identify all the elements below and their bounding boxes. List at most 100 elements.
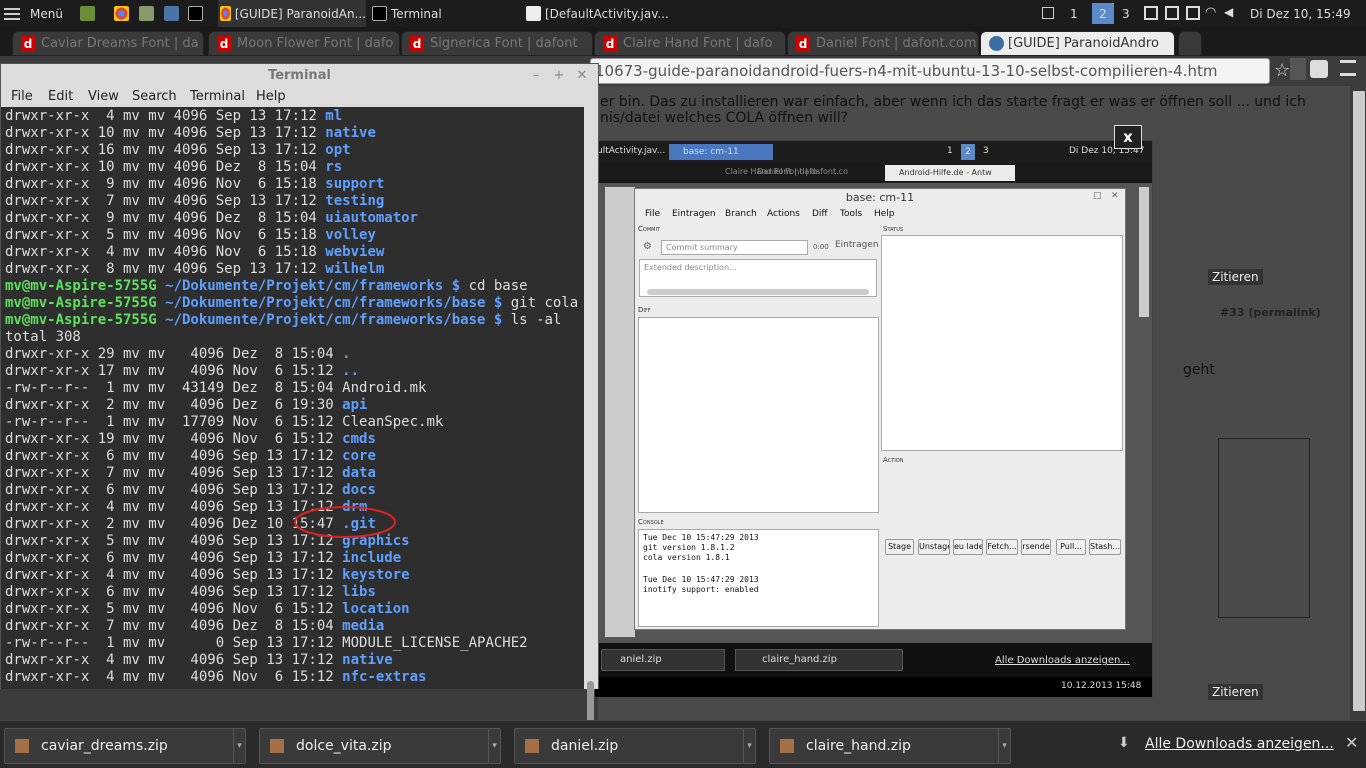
cola-menu-file[interactable]: File xyxy=(645,209,660,219)
file-name: keystore xyxy=(342,567,410,583)
cola-menu-branch[interactable]: Branch xyxy=(725,209,757,219)
post-permalink[interactable]: #33 (permalink) xyxy=(1220,306,1321,319)
settings-launcher-icon[interactable] xyxy=(164,6,179,21)
description-scrollbar[interactable] xyxy=(647,289,869,295)
maximize-icon[interactable] xyxy=(1042,7,1054,19)
url-bar[interactable]: 10673-guide-paranoidandroid-fuers-n4-mit… xyxy=(590,58,1270,84)
tab-caviar[interactable]: d Caviar Dreams Font | da xyxy=(12,31,204,56)
cola-menu-eintragen[interactable]: Eintragen xyxy=(672,209,716,219)
task-guide[interactable]: [GUIDE] ParanoidAn... xyxy=(218,0,366,27)
download-item[interactable]: caviar_dreams.zip ▾ xyxy=(4,728,246,764)
chevron-down-icon[interactable]: ▾ xyxy=(998,729,1010,763)
menu-file[interactable]: File xyxy=(11,89,33,104)
wifi-icon[interactable]: ◠ xyxy=(1205,5,1216,20)
terminal-output[interactable]: drwxr-xr-x 4 mv mv 4096 Sep 13 17:12 ml d… xyxy=(1,107,584,689)
terminal-line: drwxr-xr-x 5 mv mv 4096 Nov 6 15:12 loca… xyxy=(5,601,584,618)
file-name: CleanSpec.mk xyxy=(342,414,444,430)
menu-terminal[interactable]: Terminal xyxy=(190,89,245,104)
download-arrow-icon: ⬇ xyxy=(1118,735,1130,751)
cola-menubar: File Eintragen Branch Actions Diff Tools… xyxy=(635,207,1125,223)
document-icon xyxy=(526,6,541,21)
gear-icon[interactable]: ⚙ xyxy=(643,241,652,252)
terminal-line: drwxr-xr-x 6 mv mv 4096 Sep 13 17:12 lib… xyxy=(5,584,584,601)
menu-label: Menü xyxy=(30,6,63,21)
tab-guide[interactable]: [GUIDE] ParanoidAndro xyxy=(980,31,1175,56)
task-terminal[interactable]: Terminal xyxy=(370,0,518,27)
stash-button[interactable]: Stash... xyxy=(1089,539,1121,555)
cola-menu-diff[interactable]: Diff xyxy=(812,209,828,219)
prompt-user: mv@mv-Aspire-5755G xyxy=(5,312,157,328)
keyring-icon[interactable] xyxy=(1186,6,1200,20)
prompt-path: ~/Dokumente/Projekt/cm/frameworks $ xyxy=(156,278,469,294)
cola-menu-tools[interactable]: Tools xyxy=(840,209,862,219)
extension-icon[interactable] xyxy=(1290,58,1306,80)
page-scrollbar[interactable] xyxy=(1353,91,1365,711)
chevron-down-icon[interactable]: ▾ xyxy=(233,729,245,763)
workspace-label: 1 xyxy=(1070,6,1078,21)
quote-button[interactable]: Zitieren xyxy=(1208,269,1263,285)
close-preview-button[interactable]: x xyxy=(1114,125,1142,149)
pull-button[interactable]: Pull... xyxy=(1056,539,1086,555)
volume-icon[interactable]: ◀ xyxy=(1224,5,1233,19)
menu-view[interactable]: View xyxy=(88,89,119,104)
menu-edit[interactable]: Edit xyxy=(48,89,73,104)
workspace-3[interactable]: 3 xyxy=(1122,0,1136,27)
rescan-button[interactable]: eu lade xyxy=(953,539,983,555)
maximize-icon[interactable]: + xyxy=(550,64,568,87)
file-meta: drwxr-xr-x 8 mv mv 4096 Sep 13 17:12 xyxy=(5,261,326,277)
workspace-2[interactable]: 2 xyxy=(1092,3,1114,24)
close-icon[interactable]: ✕ xyxy=(573,64,591,87)
quote-button[interactable]: Zitieren xyxy=(1208,684,1263,700)
file-name: wilhelm xyxy=(325,261,385,277)
commit-button[interactable]: Eintragen xyxy=(835,240,879,250)
fetch-button[interactable]: Fetch... xyxy=(986,539,1018,555)
terminal-launcher-icon[interactable] xyxy=(188,6,203,21)
chevron-down-icon[interactable]: ▾ xyxy=(743,729,755,763)
chrome-launcher-icon[interactable] xyxy=(114,6,129,21)
tab-moonflower[interactable]: d Moon Flower Font | dafo xyxy=(208,31,400,56)
commit-summary-input[interactable]: Commit summary xyxy=(661,240,808,255)
push-button[interactable]: rsende xyxy=(1021,539,1051,555)
prompt-command: git cola xyxy=(510,295,579,311)
download-item[interactable]: daniel.zip ▾ xyxy=(514,728,756,764)
file-name: cmds xyxy=(342,431,376,447)
files-launcher-icon[interactable] xyxy=(139,6,154,21)
task-defaultactivity[interactable]: [DefaultActivity.jav... xyxy=(524,0,674,27)
file-name: native xyxy=(342,652,393,668)
file-name: uiautomator xyxy=(325,210,419,226)
chrome-menu-icon[interactable] xyxy=(1340,60,1356,76)
cola-menu-actions[interactable]: Actions xyxy=(767,209,800,219)
download-item[interactable]: dolce_vita.zip ▾ xyxy=(259,728,501,764)
workspace-1[interactable]: 1 xyxy=(1070,0,1084,27)
unstage-button[interactable]: Unstage xyxy=(918,539,950,555)
display-icon[interactable] xyxy=(1144,6,1158,20)
launcher-app-icon[interactable] xyxy=(80,6,95,21)
update-icon[interactable] xyxy=(1165,6,1179,20)
tab-clairehand[interactable]: d Claire Hand Font | dafo xyxy=(594,31,786,56)
cola-menu-help[interactable]: Help xyxy=(874,209,895,219)
download-item[interactable]: claire_hand.zip ▾ xyxy=(769,728,1011,764)
tab-label: Signerica Font | dafont xyxy=(430,36,578,51)
clock[interactable]: Di Dez 10, 15:49 xyxy=(1250,0,1360,27)
terminal-line: drwxr-xr-x 7 mv mv 4096 Dez 8 15:04 medi… xyxy=(5,618,584,635)
tab-daniel[interactable]: d Daniel Font | dafont.com xyxy=(787,31,979,56)
diff-view[interactable] xyxy=(638,317,879,513)
tab-signerica[interactable]: d Signerica Font | dafont xyxy=(401,31,593,56)
cola-maximize-icon[interactable]: □ xyxy=(1093,191,1102,201)
file-name: media xyxy=(342,618,385,634)
all-downloads-link[interactable]: Alle Downloads anzeigen... xyxy=(1145,736,1334,752)
minimize-icon[interactable]: – xyxy=(527,64,545,87)
close-icon[interactable]: ✕ xyxy=(1345,733,1358,752)
file-meta: drwxr-xr-x 9 mv mv 4096 Nov 6 15:18 xyxy=(5,176,326,192)
status-list[interactable] xyxy=(881,235,1123,451)
menu-button[interactable]: Menü xyxy=(4,0,84,27)
stage-button[interactable]: Stage xyxy=(885,539,914,555)
new-tab-button[interactable] xyxy=(1178,31,1202,56)
menu-search[interactable]: Search xyxy=(132,89,177,104)
chevron-down-icon[interactable]: ▾ xyxy=(488,729,500,763)
menu-help[interactable]: Help xyxy=(256,89,286,104)
terminal-scrollbar[interactable] xyxy=(584,107,598,689)
bookmark-star-icon[interactable]: ☆ xyxy=(1274,60,1290,81)
cola-close-icon[interactable]: ✕ xyxy=(1111,191,1119,201)
extension-face-icon[interactable] xyxy=(1310,60,1328,78)
